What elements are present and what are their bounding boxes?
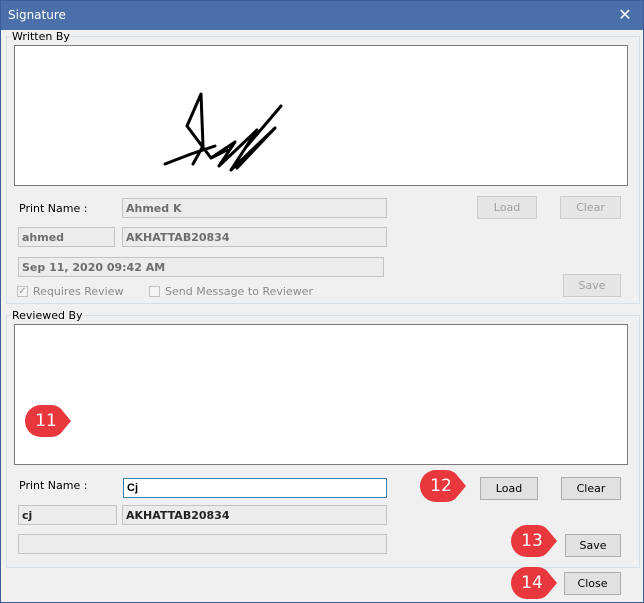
callout-marker-14: 14 xyxy=(511,567,557,599)
send-message-label: Send Message to Reviewer xyxy=(165,285,313,298)
close-button[interactable]: Close xyxy=(564,572,621,595)
reviewed-user-code: AKHATTAB20834 xyxy=(122,505,387,525)
window-title: Signature xyxy=(8,8,66,22)
reviewed-print-name-label: Print Name : xyxy=(19,479,88,492)
requires-review-label: Requires Review xyxy=(33,285,124,298)
reviewed-load-button[interactable]: Load xyxy=(480,477,538,500)
written-save-button[interactable]: Save xyxy=(563,274,621,297)
reviewed-print-name-input[interactable] xyxy=(123,478,387,498)
callout-label-14: 14 xyxy=(521,573,543,593)
written-print-name-field: Ahmed K xyxy=(122,198,387,218)
signature-dialog: Signature ✕ Written By Print Name : Ahme… xyxy=(0,0,644,603)
callout-label-13: 13 xyxy=(521,531,543,551)
reviewed-by-legend: Reviewed By xyxy=(12,309,83,322)
checkbox-empty-icon xyxy=(149,286,160,297)
written-user-id: ahmed xyxy=(18,227,115,247)
signature-drawing xyxy=(163,92,283,172)
written-signature-pad[interactable] xyxy=(14,45,628,186)
close-icon[interactable]: ✕ xyxy=(615,5,635,25)
written-by-legend: Written By xyxy=(12,30,70,43)
send-message-checkbox[interactable]: Send Message to Reviewer xyxy=(149,285,313,298)
written-print-name-label: Print Name : xyxy=(19,202,88,215)
checkmark-icon: ✓ xyxy=(17,286,28,297)
requires-review-checkbox[interactable]: ✓ Requires Review xyxy=(17,285,123,298)
callout-marker-13: 13 xyxy=(511,525,557,557)
written-clear-button[interactable]: Clear xyxy=(560,196,621,219)
written-timestamp: Sep 11, 2020 09:42 AM xyxy=(18,257,384,277)
callout-marker-12: 12 xyxy=(420,470,466,502)
callout-label-11: 11 xyxy=(35,411,57,431)
title-bar[interactable]: Signature ✕ xyxy=(1,1,643,30)
reviewed-signature-pad[interactable] xyxy=(14,324,628,465)
reviewed-timestamp xyxy=(18,534,387,554)
reviewed-clear-button[interactable]: Clear xyxy=(561,477,621,500)
written-user-code: AKHATTAB20834 xyxy=(122,227,387,247)
callout-marker-11: 11 xyxy=(25,405,71,437)
callout-label-12: 12 xyxy=(430,476,452,496)
reviewed-save-button[interactable]: Save xyxy=(565,534,621,557)
written-load-button[interactable]: Load xyxy=(477,196,537,219)
reviewed-user-id: cj xyxy=(18,505,117,525)
